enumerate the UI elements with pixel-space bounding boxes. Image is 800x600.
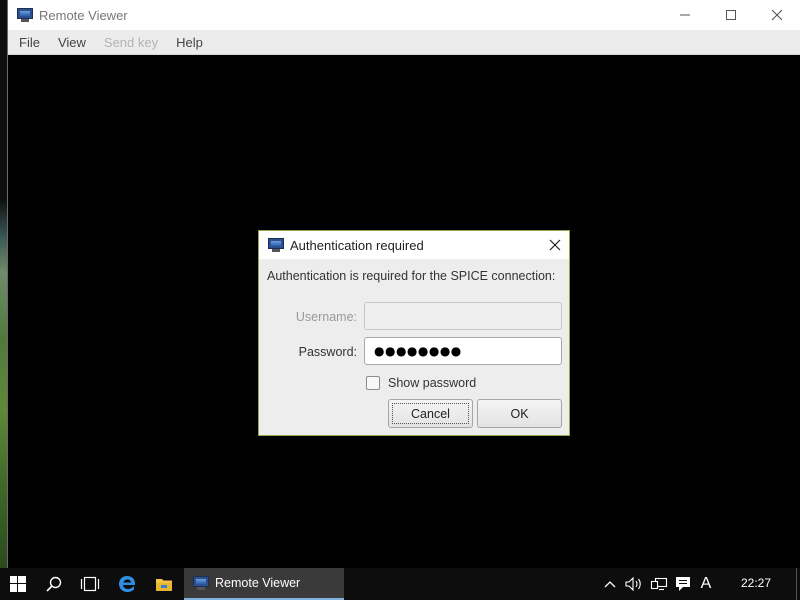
search-icon <box>46 576 62 592</box>
dialog-title: Authentication required <box>290 237 424 253</box>
monitor-icon <box>193 576 209 590</box>
show-desktop-button[interactable] <box>796 568 800 600</box>
auth-dialog: Authentication required Authentication i… <box>258 230 570 436</box>
action-center-icon <box>676 577 690 591</box>
menu-send-key: Send key <box>103 34 159 50</box>
minimize-button[interactable] <box>662 0 708 30</box>
ok-button[interactable]: OK <box>477 399 562 428</box>
edge-icon <box>119 576 136 592</box>
taskbar: Remote Viewer A 22:27 <box>0 568 800 600</box>
task-view-icon <box>80 576 100 592</box>
minimize-icon <box>680 14 690 16</box>
username-field <box>364 302 562 330</box>
volume-icon <box>625 577 641 591</box>
cancel-button[interactable]: Cancel <box>388 399 473 428</box>
menubar: File View Send key Help <box>8 30 800 55</box>
search-button[interactable] <box>36 568 72 600</box>
chevron-up-icon <box>604 581 616 588</box>
dialog-message: Authentication is required for the SPICE… <box>267 269 556 283</box>
close-icon <box>771 9 783 21</box>
close-icon <box>549 239 561 251</box>
dialog-titlebar[interactable]: Authentication required <box>259 231 569 259</box>
task-view-button[interactable] <box>72 568 108 600</box>
show-hidden-icons-button[interactable] <box>600 568 620 600</box>
network-button[interactable] <box>648 568 670 600</box>
monitor-icon <box>268 238 284 252</box>
action-center-button[interactable] <box>672 568 694 600</box>
menu-view[interactable]: View <box>49 35 95 50</box>
dialog-close-button[interactable] <box>545 235 565 255</box>
taskbar-app-label: Remote Viewer <box>215 576 301 590</box>
username-label: Username: <box>295 310 357 324</box>
menu-file[interactable]: File <box>10 35 49 50</box>
taskbar-clock[interactable]: 22:27 <box>730 576 782 590</box>
maximize-button[interactable] <box>708 0 754 30</box>
start-button[interactable] <box>0 568 36 600</box>
menu-help[interactable]: Help <box>167 35 212 50</box>
password-label: Password: <box>298 345 357 359</box>
ime-indicator[interactable]: A <box>696 568 716 600</box>
password-field[interactable]: ●●●●●●●● <box>364 337 562 365</box>
file-explorer-button[interactable] <box>146 568 182 600</box>
edge-button[interactable] <box>109 568 145 600</box>
file-explorer-icon <box>156 579 172 591</box>
maximize-icon <box>726 10 736 20</box>
window-title: Remote Viewer <box>39 7 128 23</box>
network-icon <box>650 577 668 591</box>
windows-start-icon <box>10 576 26 592</box>
volume-button[interactable] <box>622 568 646 600</box>
password-masked-value: ●●●●●●●● <box>374 344 462 358</box>
window-titlebar[interactable]: Remote Viewer <box>8 0 800 30</box>
show-password-checkbox[interactable] <box>366 376 380 390</box>
show-password-label[interactable]: Show password <box>388 376 476 390</box>
taskbar-app-remote-viewer[interactable]: Remote Viewer <box>184 568 344 600</box>
close-button[interactable] <box>754 0 800 30</box>
monitor-icon <box>17 8 33 22</box>
